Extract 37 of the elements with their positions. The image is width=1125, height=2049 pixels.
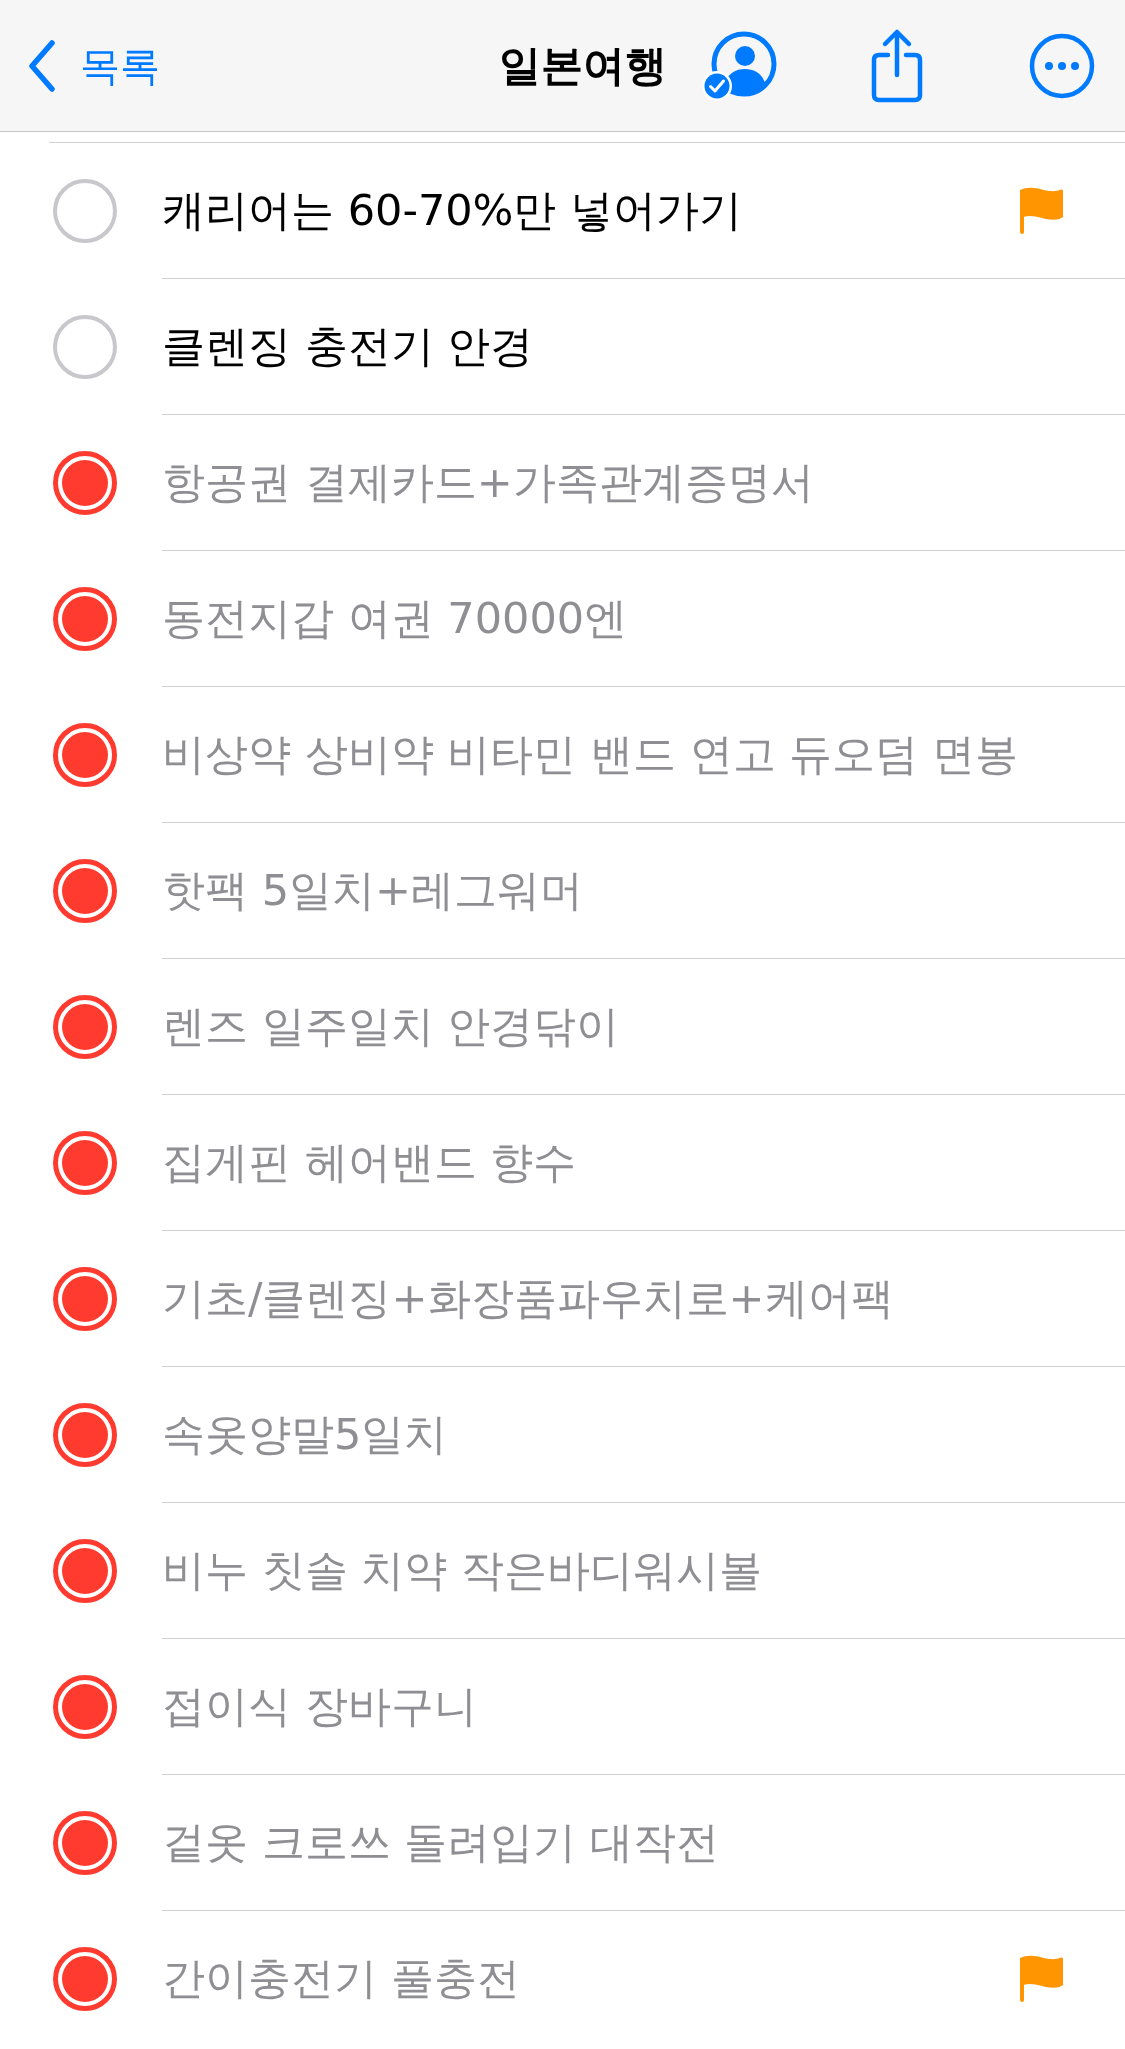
completed-checkbox[interactable] bbox=[53, 587, 117, 651]
empty-checkbox[interactable] bbox=[53, 315, 117, 379]
completed-checkbox[interactable] bbox=[53, 1403, 117, 1467]
person-check-icon bbox=[701, 30, 779, 101]
completed-checkbox[interactable] bbox=[53, 1811, 117, 1875]
reminder-text: 집게핀 헤어밴드 향수 bbox=[162, 1136, 578, 1189]
reminder-text: 항공권 결제카드+가족관계증명서 bbox=[162, 456, 815, 509]
completed-checkbox[interactable] bbox=[53, 723, 117, 787]
reminder-text: 렌즈 일주일치 안경닦이 bbox=[162, 1000, 621, 1053]
back-button[interactable]: 목록 bbox=[28, 39, 160, 92]
list-title: 일본여행 bbox=[499, 44, 667, 87]
completed-checkbox[interactable] bbox=[53, 451, 117, 515]
reminder-text: 접이식 장바구니 bbox=[162, 1680, 478, 1733]
reminder-text: 속옷양말5일치 bbox=[162, 1408, 449, 1461]
reminder-text: 클렌징 충전기 안경 bbox=[162, 320, 535, 373]
reminder-text: 겉옷 크로쓰 돌려입기 대작전 bbox=[162, 1816, 720, 1869]
share-button[interactable] bbox=[869, 27, 925, 104]
share-icon bbox=[869, 27, 925, 104]
completed-checkbox[interactable] bbox=[53, 1267, 117, 1331]
reminder-text: 비상약 상비약 비타민 밴드 연고 듀오덤 면봉 bbox=[162, 728, 1019, 781]
reminder-text: 동전지갑 여권 70000엔 bbox=[162, 592, 629, 645]
completed-checkbox[interactable] bbox=[53, 995, 117, 1059]
more-icon bbox=[1029, 32, 1095, 99]
shared-user-button[interactable] bbox=[701, 30, 779, 101]
completed-checkbox[interactable] bbox=[53, 1947, 117, 2011]
reminder-text: 캐리어는 60-70%만 넣어가기 bbox=[162, 184, 744, 237]
completed-checkbox[interactable] bbox=[53, 1539, 117, 1603]
reminder-text: 비누 칫솔 치약 작은바디워시볼 bbox=[162, 1544, 763, 1597]
more-button[interactable] bbox=[1029, 32, 1095, 99]
completed-checkbox[interactable] bbox=[53, 1131, 117, 1195]
reminder-text: 간이충전기 풀충전 bbox=[162, 1952, 521, 2005]
completed-checkbox[interactable] bbox=[53, 859, 117, 923]
chevron-left-icon bbox=[28, 39, 56, 92]
empty-checkbox[interactable] bbox=[53, 179, 117, 243]
completed-checkbox[interactable] bbox=[53, 1675, 117, 1739]
reminder-text: 핫팩 5일치+레그워머 bbox=[162, 864, 585, 917]
reminder-text: 기초/클렌징+화장품파우치로+케어팩 bbox=[162, 1272, 895, 1325]
